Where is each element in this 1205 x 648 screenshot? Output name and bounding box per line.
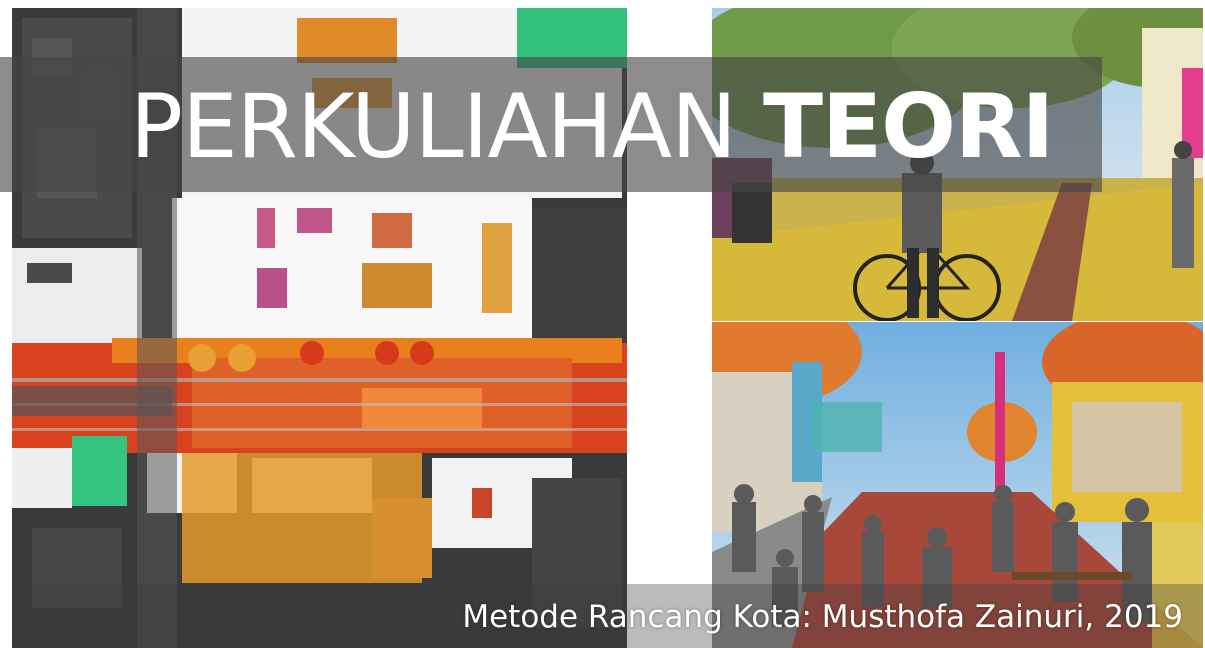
- slide-subtitle: Metode Rancang Kota: Musthofa Zainuri, 2…: [462, 599, 1183, 635]
- slide-title: PERKULIAHAN TEORI: [130, 72, 1054, 182]
- slide-title-bold: TEORI: [762, 75, 1054, 178]
- slide-title-light: PERKULIAHAN: [130, 75, 737, 178]
